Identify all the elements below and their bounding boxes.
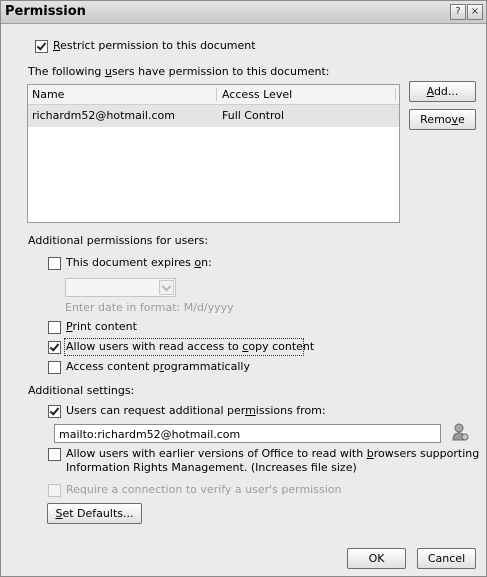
column-header-name[interactable]: Name [32, 88, 64, 101]
date-format-hint: Enter date in format: M/d/yyyy [65, 301, 234, 314]
additional-settings-heading: Additional settings: [28, 384, 135, 397]
programmatic-access-label[interactable]: Access content programmatically [66, 360, 250, 373]
request-permissions-checkbox[interactable] [48, 405, 61, 418]
browser-access-checkbox[interactable] [48, 448, 61, 461]
list-header: Name Access Level [28, 85, 399, 105]
cancel-button[interactable]: Cancel [417, 548, 476, 569]
close-icon[interactable]: × [467, 4, 483, 20]
print-content-label[interactable]: Print content [66, 320, 137, 333]
user-name-cell: richardm52@hotmail.com [32, 109, 175, 122]
add-user-button[interactable]: Add... [409, 81, 476, 102]
require-connection-label: Require a connection to verify a user's … [66, 483, 342, 496]
expires-label[interactable]: This document expires on: [66, 256, 212, 269]
remove-user-button[interactable]: Remove [409, 109, 476, 130]
ok-button[interactable]: OK [347, 548, 406, 569]
expires-checkbox[interactable] [48, 257, 61, 270]
table-row[interactable]: richardm52@hotmail.com Full Control [28, 105, 399, 127]
additional-permissions-heading: Additional permissions for users: [28, 234, 209, 247]
browser-access-label-line1[interactable]: Allow users with earlier versions of Off… [66, 447, 479, 460]
print-content-checkbox[interactable] [48, 321, 61, 334]
dialog-title: Permission [5, 4, 86, 19]
restrict-permission-label[interactable]: Restrict permission to this document [53, 39, 256, 52]
help-icon[interactable]: ? [450, 4, 466, 20]
restrict-permission-checkbox[interactable] [35, 40, 48, 53]
copy-content-label[interactable]: Allow users with read access to copy con… [66, 340, 314, 353]
permission-dialog: Permission ? × Restrict permission to th… [0, 0, 487, 577]
column-header-access-level[interactable]: Access Level [222, 88, 292, 101]
access-level-cell: Full Control [222, 109, 285, 122]
request-address-field[interactable]: mailto:richardm52@hotmail.com [54, 424, 441, 443]
title-bar: Permission ? × [1, 1, 486, 24]
user-permission-list[interactable]: Name Access Level richardm52@hotmail.com… [27, 84, 400, 223]
browser-access-label-line2: Information Rights Management. (Increase… [66, 461, 357, 474]
chevron-down-icon [159, 280, 174, 295]
address-book-icon[interactable] [452, 423, 470, 443]
require-connection-checkbox [48, 484, 61, 497]
request-permissions-label[interactable]: Users can request additional permissions… [66, 404, 326, 417]
copy-content-checkbox[interactable] [48, 341, 61, 354]
users-caption: The following users have permission to t… [28, 65, 330, 78]
set-defaults-button[interactable]: Set Defaults... [47, 503, 142, 524]
expiry-date-dropdown [65, 278, 176, 297]
programmatic-access-checkbox[interactable] [48, 361, 61, 374]
